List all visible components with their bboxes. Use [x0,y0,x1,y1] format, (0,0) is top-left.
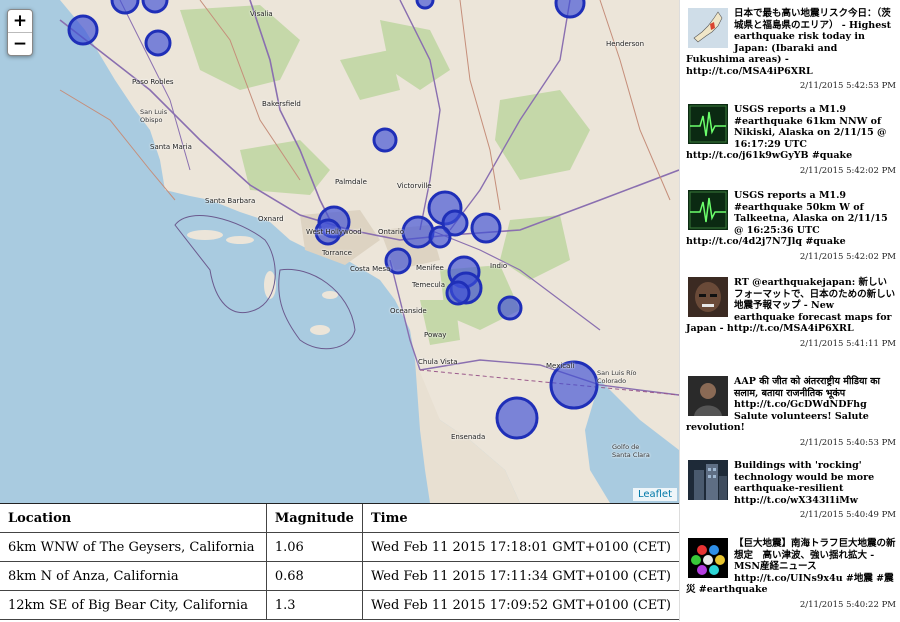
tweet-item: 【巨大地震】南海トラフ巨大地震の新想定 高い津波、強い揺れ拡大 - MSN産経ニ… [686,538,896,610]
cell-magnitude: 1.06 [265,532,363,562]
tweet-feed[interactable]: 日本で最も高い地震リスク今日：（茨城県と福島県のエリア） - Highest e… [679,0,900,621]
building-avatar [688,460,728,500]
tweet-date: 2/11/2015 5:42:53 PM [799,81,896,91]
color-dots-avatar [688,538,728,578]
column-header-magnitude: Magnitude [265,504,363,533]
zoom-control: + − [7,9,33,56]
cell-location: 6km WNW of The Geysers, California [0,532,267,562]
cell-magnitude: 1.3 [265,590,363,620]
map-label: Oceanside [390,307,427,315]
map-label: Paso Robles [132,78,174,86]
map-label: Chula Vista [418,358,458,366]
japan-map-avatar [688,8,728,48]
table-row: 6km WNW of The Geysers, California 1.06 … [0,532,679,562]
map-label: West Hollywood [306,228,362,236]
cell-time: Wed Feb 11 2015 17:11:34 GMT+0100 (CET) [361,561,679,591]
tweet-date: 2/11/2015 5:42:02 PM [799,165,896,176]
map-label: Henderson [606,40,645,48]
cell-time: Wed Feb 11 2015 17:18:01 GMT+0100 (CET) [361,532,679,562]
tweet-item: 日本で最も高い地震リスク今日：（茨城県と福島県のエリア） - Highest e… [686,8,896,91]
map-label: Santa Barbara [205,197,256,205]
column-header-location: Location [0,504,267,533]
seismograph-avatar [688,190,728,230]
map-label: Ontario [378,228,405,236]
leaflet-attribution-link[interactable]: Leaflet [632,488,677,501]
map-label: Poway [424,331,447,339]
map-label: Menifee [416,264,444,272]
tweet-date: 2/11/2015 5:40:53 PM [799,437,896,448]
tweet-item: AAP की जीत को अंतरराष्ट्रीय मीडिया का सल… [686,376,896,448]
map-label: Victorville [397,182,432,190]
face-avatar [688,277,728,317]
cell-magnitude: 0.68 [265,561,363,591]
map-label: Visalia [250,10,273,18]
tweet-item: Buildings with 'rocking' technology woul… [686,460,896,520]
map-label: Palmdale [335,178,367,186]
tweet-item: USGS reports a M1.9 #earthquake 61km NNW… [686,104,896,176]
cell-location: 8km N of Anza, California [0,561,267,591]
map-label: Golfo de Santa Clara [612,443,650,459]
map-label: Torrance [322,249,352,257]
earthquake-table: Location Magnitude Time 6km WNW of The G… [0,503,679,622]
map-label: Bakersfield [262,100,301,108]
tweet-item: USGS reports a M1.9 #earthquake 50km W o… [686,190,896,262]
tweet-date: 2/11/2015 5:40:22 PM [799,599,896,610]
map-label: Mexicali [546,362,575,370]
map-label: Temecula [412,281,446,289]
map-label: Oxnard [258,215,284,223]
cell-location: 12km SE of Big Bear City, California [0,590,267,620]
map-label: Costa Mesa [350,265,391,273]
map-label: Indio [490,262,508,270]
map-label: Santa Maria [150,143,192,151]
tweet-item: RT @earthquakejapan: 新しいフォーマットで、日本のための新し… [686,277,896,349]
person-avatar [688,376,728,416]
tweet-date: 2/11/2015 5:40:49 PM [799,510,896,520]
earthquake-map[interactable]: Visalia Henderson Paso Robles Bakersfiel… [0,0,679,503]
cell-time: Wed Feb 11 2015 17:09:52 GMT+0100 (CET) [361,590,679,620]
tweet-date: 2/11/2015 5:42:02 PM [799,251,896,262]
table-header-row: Location Magnitude Time [0,504,679,533]
table-row: 8km N of Anza, California 0.68 Wed Feb 1… [0,561,679,591]
tweet-date: 2/11/2015 5:41:11 PM [799,338,896,349]
zoom-out-button[interactable]: − [8,32,32,55]
map-label: Ensenada [451,433,486,441]
column-header-time: Time [361,504,679,533]
zoom-in-button[interactable]: + [8,10,32,32]
map-label: San Luis Río Colorado [597,369,637,385]
map-label: San Luis Obispo [140,108,168,124]
table-row: 12km SE of Big Bear City, California 1.3… [0,590,679,620]
seismograph-avatar [688,104,728,144]
